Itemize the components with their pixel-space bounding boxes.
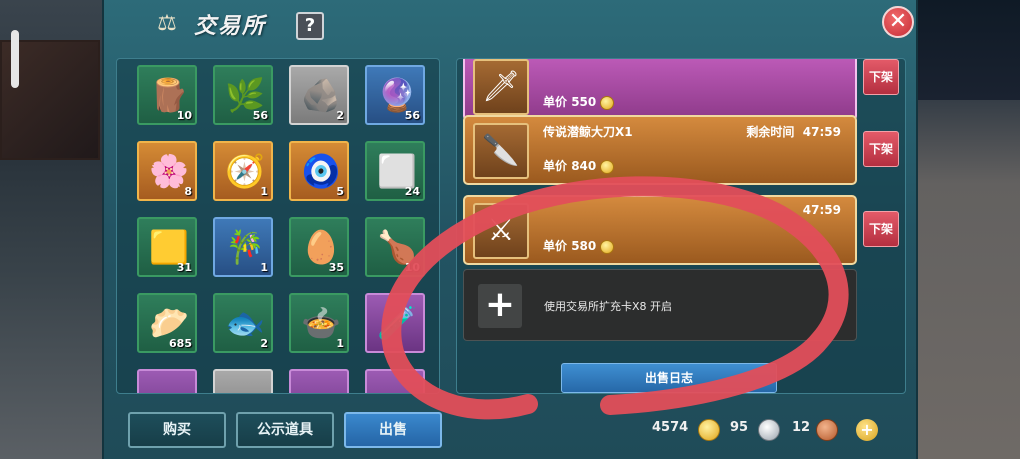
listing-price: 单价 550: [543, 93, 615, 110]
inventory-slot[interactable]: 🧭 1: [213, 141, 273, 201]
item-count: 56: [404, 109, 420, 122]
scroll-indicator[interactable]: [11, 30, 19, 88]
sale-log-button[interactable]: 出售日志: [561, 363, 777, 393]
listing-time: 剩余时间 47:59: [746, 125, 841, 139]
listing-item[interactable]: 🔪 传说潜鲸大刀X1 剩余时间 47:59 单价 840: [463, 115, 857, 185]
bronze-coin-icon: [816, 419, 838, 441]
item-icon: [375, 377, 419, 393]
bronze-amount: 12: [792, 420, 811, 435]
item-count: 2: [336, 109, 344, 122]
listing-item[interactable]: ⚔ 47:59 单价 580: [463, 195, 857, 265]
inventory-slot[interactable]: 🐟 2: [213, 293, 273, 353]
item-count: 1: [336, 337, 344, 350]
item-count: 1: [260, 261, 268, 274]
item-count: 35: [328, 261, 344, 274]
listing-item[interactable]: 🗡 单价 550: [463, 59, 857, 121]
help-button[interactable]: ?: [296, 12, 324, 40]
inventory-slot[interactable]: 🟨 31: [137, 217, 197, 277]
inventory-slot[interactable]: 🍗 10: [365, 217, 425, 277]
inventory-slot[interactable]: [137, 369, 197, 393]
background-scene-right: [910, 0, 1020, 459]
gold-coin-icon: [600, 159, 615, 174]
item-count: 8: [184, 185, 192, 198]
title-bar: ⚖ 交易所 ? ✕: [104, 0, 920, 50]
inventory-slot[interactable]: [289, 369, 349, 393]
window-title: 交易所: [194, 14, 267, 39]
buy-tab[interactable]: 购买: [128, 412, 226, 448]
add-currency-button[interactable]: +: [856, 419, 878, 441]
inventory-slot[interactable]: 🧪: [365, 293, 425, 353]
inventory-slot[interactable]: 🪵 10: [137, 65, 197, 125]
silver-coin-icon: [758, 419, 780, 441]
item-count: 2: [260, 337, 268, 350]
item-count: 10: [404, 261, 420, 274]
show-items-tab[interactable]: 公示道具: [236, 412, 334, 448]
close-button[interactable]: ✕: [882, 6, 914, 38]
inventory-slot[interactable]: 🍲 1: [289, 293, 349, 353]
expansion-hint: 使用交易所扩充卡X8 开启: [544, 300, 673, 313]
item-count: 685: [169, 337, 192, 350]
scroll-icon: [223, 377, 267, 393]
exchange-window: ⚖ 交易所 ? ✕ 🪵 10 🌿 56 🪨 2 🔮 56 🌸 8 🧭 1 🧿 5 ⬜ 24 🟨 31 🎋 1 🥚 35 🍗 1…: [102, 0, 918, 459]
listings-panel: 🗡 单价 550 下架 🔪 传说潜鲸大刀X1 剩余时间 47:59 单价 840…: [456, 58, 906, 394]
item-count: 5: [336, 185, 344, 198]
inventory-slot[interactable]: [213, 369, 273, 393]
item-icon: [299, 377, 343, 393]
gold-coin-icon: [600, 95, 615, 110]
inventory-slot[interactable]: 🥟 685: [137, 293, 197, 353]
listing-time: 47:59: [802, 203, 841, 217]
listing-price: 单价 580: [543, 237, 615, 254]
inventory-grid: 🪵 10 🌿 56 🪨 2 🔮 56 🌸 8 🧭 1 🧿 5 ⬜ 24 🟨 31 🎋 1 🥚 35 🍗 10 🥟 685 🐟 2 🍲 1 🧪: [116, 58, 440, 394]
item-count: 56: [252, 109, 268, 122]
gold-coin-icon: [698, 419, 720, 441]
inventory-slot[interactable]: 🧿 5: [289, 141, 349, 201]
weapon-icon: 🗡: [473, 59, 529, 115]
blade-weapon-icon: 🔪: [473, 123, 529, 179]
inventory-slot[interactable]: [365, 369, 425, 393]
item-count: 10: [176, 109, 192, 122]
item-count: 1: [260, 185, 268, 198]
potion-icon: 🧪: [377, 304, 417, 342]
inventory-slot[interactable]: 🎋 1: [213, 217, 273, 277]
inventory-slot[interactable]: 🌸 8: [137, 141, 197, 201]
gold-coin-icon: [600, 239, 615, 254]
sell-tab[interactable]: 出售: [344, 412, 442, 448]
background-scene-left: [0, 0, 104, 459]
inventory-slot[interactable]: 🪨 2: [289, 65, 349, 125]
weapon-icon: ⚔: [473, 203, 529, 259]
inventory-slot[interactable]: 🌿 56: [213, 65, 273, 125]
locked-listing-slot[interactable]: + 使用交易所扩充卡X8 开启: [463, 269, 857, 341]
listing-price: 单价 840: [543, 157, 615, 174]
delist-button[interactable]: 下架: [863, 131, 899, 167]
item-count: 24: [404, 185, 420, 198]
inventory-slot[interactable]: 🥚 35: [289, 217, 349, 277]
item-icon: [147, 377, 191, 393]
item-count: 31: [176, 261, 192, 274]
plus-icon[interactable]: +: [478, 284, 522, 328]
inventory-slot[interactable]: ⬜ 24: [365, 141, 425, 201]
background-dark-area: [910, 0, 1020, 100]
delist-button[interactable]: 下架: [863, 211, 899, 247]
inventory-slot[interactable]: 🔮 56: [365, 65, 425, 125]
listing-name: 传说潜鲸大刀X1: [543, 125, 633, 139]
gold-amount: 4574: [652, 420, 689, 435]
scales-icon: ⚖: [157, 11, 177, 36]
silver-amount: 95: [730, 420, 749, 435]
delist-button[interactable]: 下架: [863, 59, 899, 95]
